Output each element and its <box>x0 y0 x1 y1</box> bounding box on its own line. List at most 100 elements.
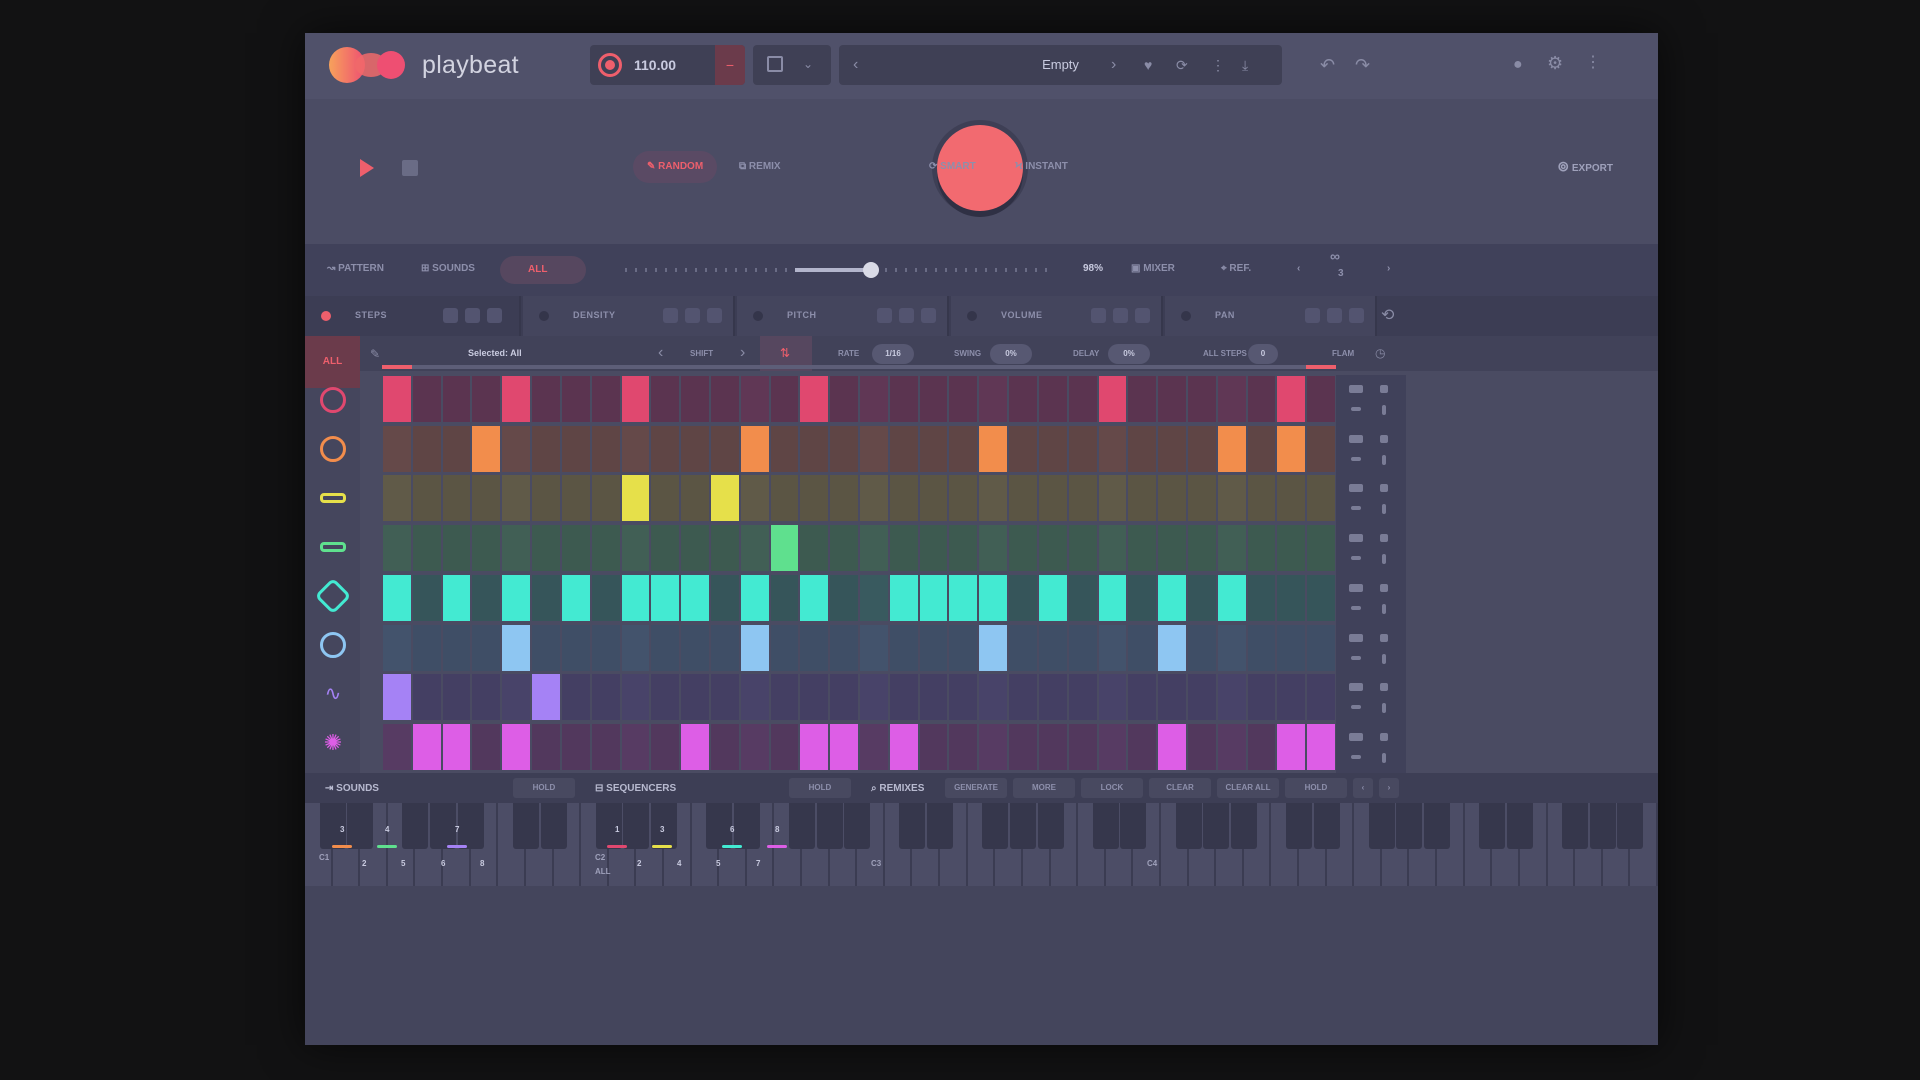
step-cell[interactable] <box>472 475 501 522</box>
download-icon[interactable]: ⤓ <box>1242 57 1248 73</box>
step-cell[interactable] <box>889 475 918 522</box>
step-cell[interactable] <box>1187 376 1216 422</box>
step-cell[interactable] <box>949 425 978 472</box>
lock-icon[interactable] <box>1380 583 1388 592</box>
step-cell-active[interactable] <box>383 376 411 422</box>
delay-value[interactable]: 0% <box>1108 344 1150 364</box>
step-cell[interactable] <box>412 674 441 721</box>
instrument-hihat-open[interactable] <box>305 522 360 571</box>
step-cell[interactable] <box>651 624 680 671</box>
step-cell[interactable] <box>800 624 829 671</box>
instrument-percussion[interactable] <box>305 571 360 620</box>
step-cell-active[interactable] <box>979 425 1008 472</box>
step-cell[interactable] <box>919 674 948 721</box>
stop-icon[interactable] <box>402 160 418 176</box>
export-button[interactable]: ⊚ EXPORT <box>1557 158 1613 175</box>
step-cell[interactable] <box>1128 525 1157 572</box>
step-cell[interactable] <box>770 376 799 422</box>
tempo-control[interactable]: 110.00 − <box>590 45 745 85</box>
step-cell[interactable] <box>472 574 501 621</box>
step-cell[interactable] <box>949 475 978 522</box>
black-key[interactable] <box>1506 803 1533 849</box>
edit-icon[interactable] <box>1305 308 1320 323</box>
record-button[interactable] <box>598 53 622 77</box>
more-vertical-icon[interactable]: ⋮ <box>1211 57 1225 73</box>
step-cell[interactable] <box>919 723 948 770</box>
step-cell-active[interactable] <box>1158 723 1186 770</box>
intensity-slider-knob[interactable] <box>863 262 879 278</box>
step-cell-active[interactable] <box>502 723 531 770</box>
step-cell[interactable] <box>1307 475 1335 522</box>
step-cell[interactable] <box>1277 525 1306 572</box>
tab-volume[interactable]: VOLUME <box>951 296 1163 336</box>
step-cell[interactable] <box>621 674 650 721</box>
lock-icon[interactable] <box>1380 683 1388 692</box>
step-cell-active[interactable] <box>532 674 560 721</box>
step-cell[interactable] <box>412 376 441 422</box>
step-cell[interactable] <box>1307 674 1335 721</box>
black-key[interactable] <box>1286 803 1313 849</box>
step-cell[interactable] <box>383 475 411 522</box>
remix-mode-button[interactable]: ⧉ REMIX <box>725 151 795 183</box>
step-cell-active[interactable] <box>919 574 948 621</box>
reset-icon[interactable] <box>1349 308 1364 323</box>
black-key[interactable] <box>1396 803 1423 849</box>
reset-icon[interactable] <box>707 308 722 323</box>
sequencers-section[interactable]: ⊟ SEQUENCERS <box>595 783 676 794</box>
step-cell[interactable] <box>681 525 709 572</box>
step-cell[interactable] <box>1128 674 1157 721</box>
shuffle-icon[interactable] <box>1351 506 1361 511</box>
step-cell[interactable] <box>1098 425 1127 472</box>
timer-icon[interactable]: ◷ <box>1375 345 1385 361</box>
step-cell[interactable] <box>1009 723 1037 770</box>
black-key[interactable] <box>1230 803 1257 849</box>
black-key[interactable] <box>1424 803 1451 849</box>
link-icon[interactable]: ∞ <box>1330 248 1340 264</box>
rate-value[interactable]: 1/16 <box>872 344 914 364</box>
step-cell[interactable] <box>1128 425 1157 472</box>
step-cell[interactable] <box>532 425 560 472</box>
step-cell[interactable] <box>1098 674 1127 721</box>
step-cell[interactable] <box>800 475 829 522</box>
drag-handle-icon[interactable] <box>1382 405 1386 415</box>
step-cell-active[interactable] <box>1217 425 1246 472</box>
step-cell[interactable] <box>919 624 948 671</box>
step-cell[interactable] <box>1009 674 1037 721</box>
step-cell[interactable] <box>1247 425 1276 472</box>
step-cell-active[interactable] <box>502 376 531 422</box>
instrument-hihat-closed[interactable] <box>305 473 360 522</box>
step-cell[interactable] <box>561 376 590 422</box>
step-cell[interactable] <box>412 475 441 522</box>
step-cell[interactable] <box>860 723 888 770</box>
step-cell[interactable] <box>770 574 799 621</box>
step-cell-active[interactable] <box>1277 376 1306 422</box>
step-cell-active[interactable] <box>1217 574 1246 621</box>
tab-pitch[interactable]: PITCH <box>737 296 949 336</box>
step-cell-active[interactable] <box>472 425 501 472</box>
step-cell-active[interactable] <box>681 574 709 621</box>
edit-icon[interactable] <box>877 308 892 323</box>
black-key[interactable] <box>1617 803 1644 849</box>
step-cell[interactable] <box>472 376 501 422</box>
step-cell-active[interactable] <box>800 723 829 770</box>
step-cell-active[interactable] <box>889 723 918 770</box>
step-cell-active[interactable] <box>651 574 680 621</box>
drag-handle-icon[interactable] <box>1382 454 1386 465</box>
step-cell[interactable] <box>889 525 918 572</box>
step-cell[interactable] <box>442 475 471 522</box>
undo-icon[interactable]: ↶ <box>1320 56 1335 74</box>
step-cell[interactable] <box>1009 425 1037 472</box>
shift-right-icon[interactable]: › <box>740 345 745 361</box>
tempo-value[interactable]: 110.00 <box>634 57 676 73</box>
step-cell[interactable] <box>651 475 680 522</box>
drag-handle-icon[interactable] <box>1382 703 1386 714</box>
step-cell[interactable] <box>472 674 501 721</box>
all-toggle[interactable]: ALL <box>500 256 586 284</box>
black-key[interactable] <box>1313 803 1340 849</box>
step-cell[interactable] <box>502 425 531 472</box>
clear-all-button[interactable]: CLEAR ALL <box>1217 778 1279 798</box>
step-cell[interactable] <box>800 674 829 721</box>
step-cell[interactable] <box>1247 723 1276 770</box>
step-cell-active[interactable] <box>412 723 441 770</box>
step-cell-active[interactable] <box>979 624 1008 671</box>
